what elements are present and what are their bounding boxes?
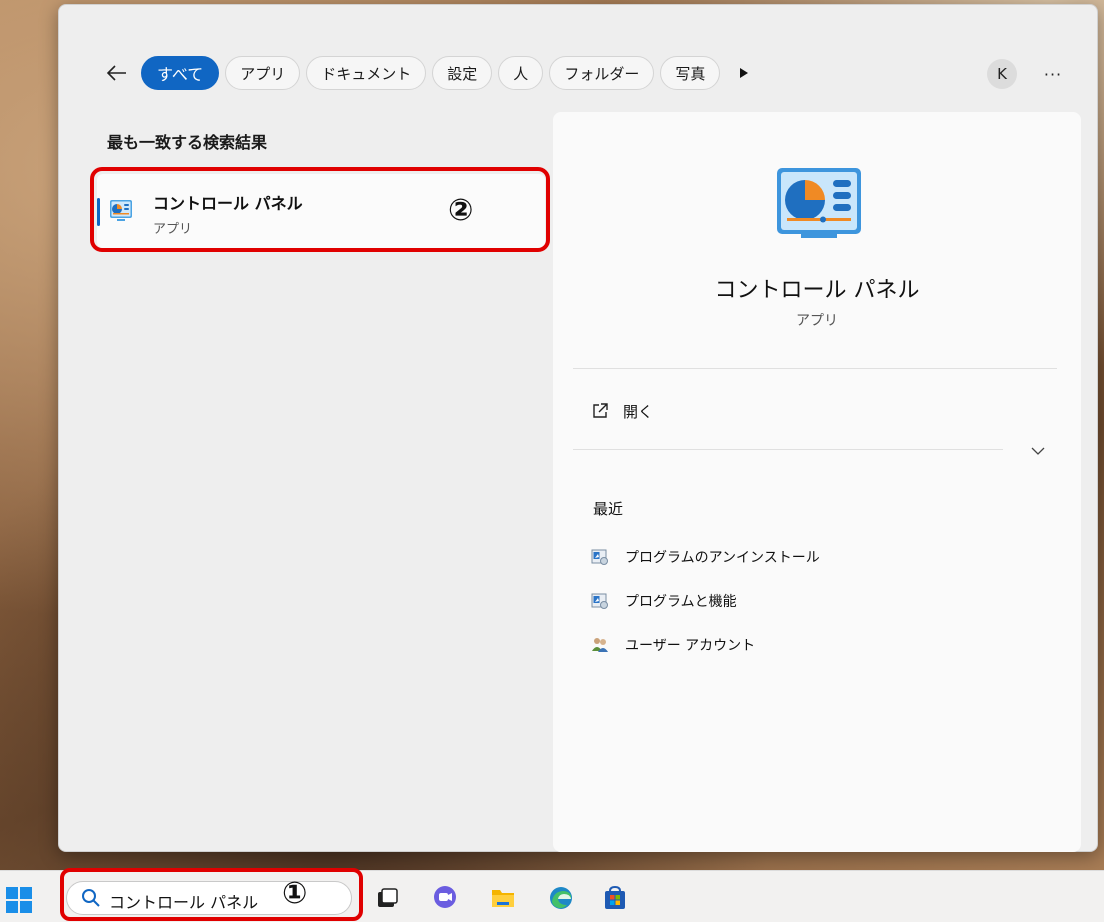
filter-bar: すべて アプリ ドキュメント 設定 人 フォルダー 写真 <box>99 53 762 93</box>
play-arrow-icon <box>740 68 749 78</box>
recent-item-label: プログラムのアンインストール <box>625 550 820 566</box>
filter-chip-documents[interactable]: ドキュメント <box>306 56 427 90</box>
recent-item-label: プログラムと機能 <box>625 594 737 610</box>
open-label: 開く <box>623 402 654 421</box>
recent-item-user-accounts[interactable]: ユーザー アカウント <box>591 634 755 656</box>
search-flyout: すべて アプリ ドキュメント 設定 人 フォルダー 写真 K ··· 最も一致す… <box>58 4 1098 852</box>
recent-item-label: ユーザー アカウント <box>625 638 756 654</box>
divider <box>573 449 1003 450</box>
annotation-box-two <box>90 167 550 252</box>
back-button[interactable] <box>99 55 135 91</box>
detail-pane: コントロール パネル アプリ 開く 最近 プログラムのアンインストール プログラ… <box>553 112 1081 852</box>
filter-chip-all[interactable]: すべて <box>141 56 220 90</box>
back-arrow-icon <box>106 65 126 81</box>
open-action[interactable]: 開く <box>591 398 653 424</box>
more-options-button[interactable]: ··· <box>1035 59 1071 89</box>
more-filters-button[interactable] <box>726 56 762 90</box>
open-external-icon <box>593 403 608 418</box>
recent-item-programs[interactable]: プログラムと機能 <box>591 590 737 612</box>
control-panel-large-icon <box>777 168 861 238</box>
divider <box>573 368 1057 369</box>
filter-chip-folders[interactable]: フォルダー <box>549 56 655 90</box>
detail-app-type: アプリ <box>796 313 838 329</box>
file-explorer-icon[interactable] <box>490 885 516 911</box>
user-accounts-icon <box>592 638 608 652</box>
windows-start-icon[interactable] <box>2 885 36 915</box>
filter-chip-people[interactable]: 人 <box>498 56 544 90</box>
programs-icon <box>591 549 608 565</box>
chevron-down-icon <box>1031 447 1045 455</box>
recent-heading: 最近 <box>593 500 624 518</box>
edge-icon[interactable] <box>548 885 574 911</box>
detail-app-name: コントロール パネル <box>714 278 920 303</box>
account-avatar[interactable]: K <box>987 59 1017 89</box>
filter-chip-apps[interactable]: アプリ <box>225 56 301 90</box>
filter-chip-settings[interactable]: 設定 <box>432 56 493 90</box>
filter-chip-photos[interactable]: 写真 <box>660 56 721 90</box>
annotation-number-two: ② <box>448 193 474 228</box>
annotation-box-one <box>60 868 363 921</box>
programs-icon <box>591 593 608 609</box>
best-match-heading: 最も一致する検索結果 <box>107 133 268 152</box>
annotation-number-one: ① <box>282 876 308 911</box>
teams-chat-icon[interactable] <box>432 885 458 911</box>
store-icon[interactable] <box>602 885 628 911</box>
recent-item-uninstall[interactable]: プログラムのアンインストール <box>591 546 820 568</box>
task-view-icon[interactable] <box>374 885 400 911</box>
expand-button[interactable] <box>1027 440 1049 462</box>
